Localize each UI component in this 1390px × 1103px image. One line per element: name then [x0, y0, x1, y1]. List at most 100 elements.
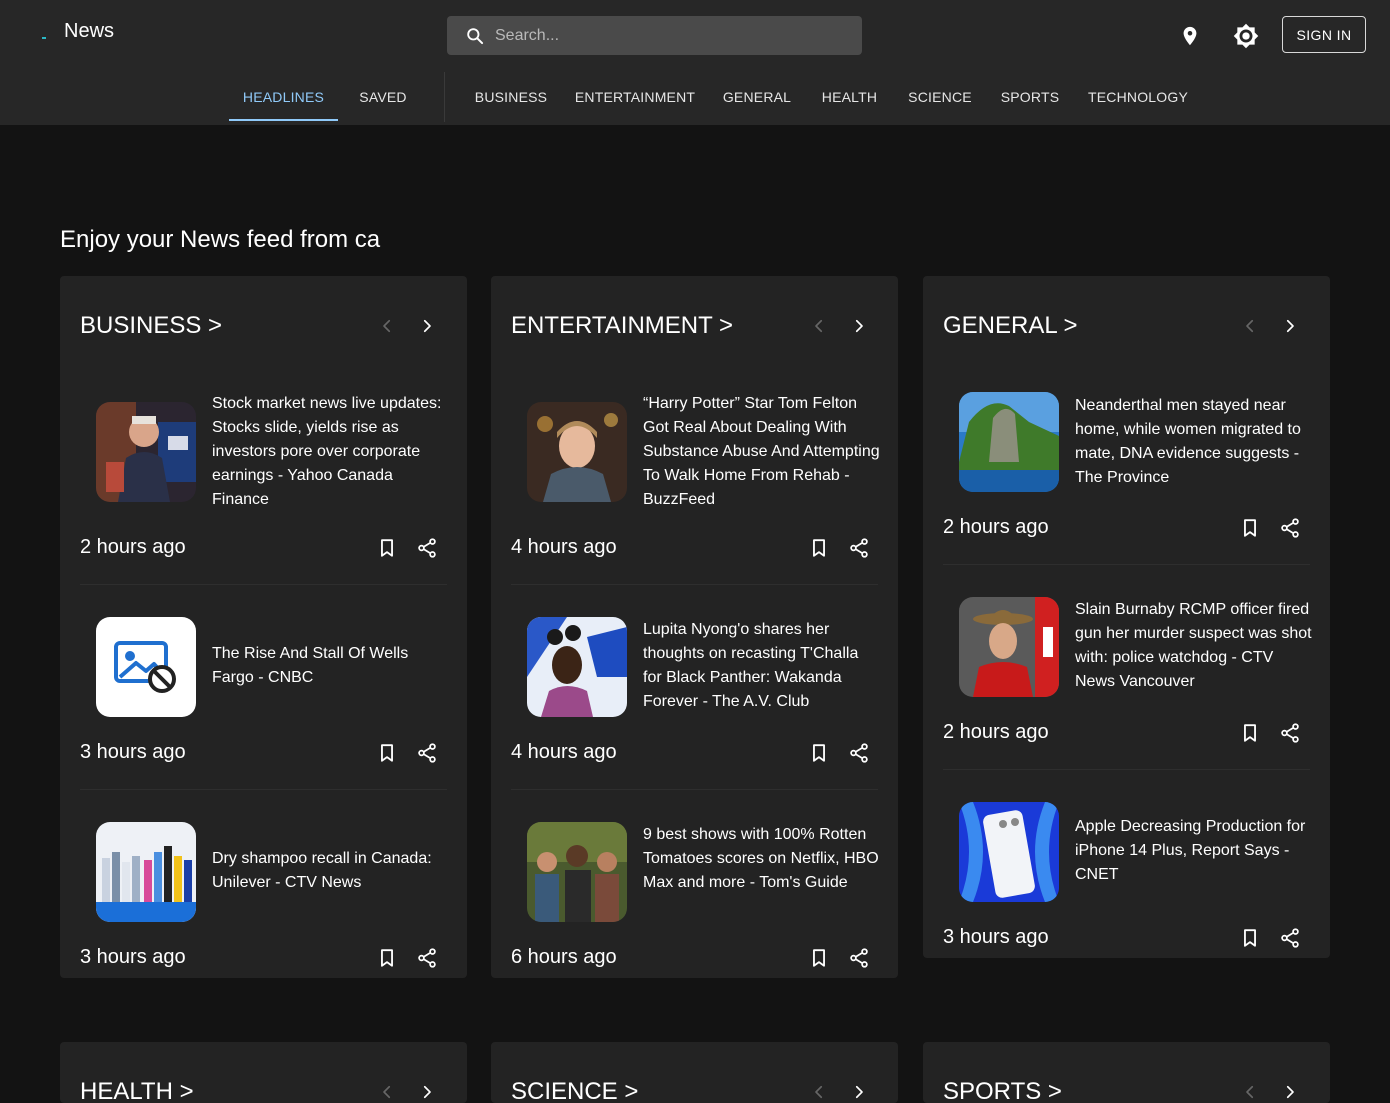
app-bar: News SIGN IN HEADLINES SAVED BUSINESS EN…	[0, 0, 1390, 125]
brand[interactable]: News	[40, 20, 114, 43]
article-image	[96, 822, 196, 922]
share-button[interactable]	[412, 943, 442, 973]
prev-button[interactable]	[804, 1077, 834, 1103]
tab-general[interactable]: GENERAL	[709, 72, 805, 122]
bookmark-button[interactable]	[372, 533, 402, 563]
next-button[interactable]	[844, 1077, 874, 1103]
section-title[interactable]: GENERAL >	[943, 312, 1078, 340]
share-button[interactable]	[1275, 923, 1305, 953]
chevron-right-icon	[850, 1083, 868, 1101]
bookmark-icon	[808, 947, 830, 969]
share-icon	[848, 947, 870, 969]
bookmark-button[interactable]	[1235, 923, 1265, 953]
share-button[interactable]	[412, 533, 442, 563]
section-title[interactable]: SPORTS >	[943, 1078, 1062, 1103]
theme-toggle-button[interactable]	[1226, 16, 1266, 56]
article-headline[interactable]: The Rise And Stall Of Wells Fargo - CNBC	[212, 642, 432, 690]
bookmark-button[interactable]	[804, 943, 834, 973]
article-thumbnail[interactable]	[959, 392, 1059, 492]
article-headline[interactable]: Stock market news live updates: Stocks s…	[212, 392, 452, 512]
tab-sports[interactable]: SPORTS	[986, 72, 1074, 122]
section-card-entertainment: ENTERTAINMENT > “Harry Potter” Star Tom …	[491, 276, 898, 978]
location-button[interactable]	[1170, 16, 1210, 56]
prev-button[interactable]	[372, 311, 402, 341]
article-image	[527, 402, 627, 502]
prev-button[interactable]	[804, 311, 834, 341]
article-divider	[943, 564, 1310, 565]
share-icon	[848, 742, 870, 764]
article-headline[interactable]: Apple Decreasing Production for iPhone 1…	[1075, 815, 1315, 887]
section-title[interactable]: SCIENCE >	[511, 1078, 638, 1103]
next-button[interactable]	[412, 1077, 442, 1103]
article-time: 2 hours ago	[943, 516, 1049, 538]
share-icon	[416, 537, 438, 559]
section-card-science: SCIENCE >	[491, 1042, 898, 1103]
tab-technology[interactable]: TECHNOLOGY	[1074, 72, 1202, 122]
article-thumbnail[interactable]	[527, 822, 627, 922]
tab-entertainment[interactable]: ENTERTAINMENT	[561, 72, 709, 122]
share-button[interactable]	[1275, 718, 1305, 748]
tab-health[interactable]: HEALTH	[805, 72, 894, 122]
sign-in-button[interactable]: SIGN IN	[1282, 16, 1366, 53]
brightness-icon	[1233, 23, 1259, 49]
article-thumbnail[interactable]	[96, 402, 196, 502]
section-card-sports: SPORTS >	[923, 1042, 1330, 1103]
article-thumbnail[interactable]	[96, 822, 196, 922]
next-button[interactable]	[412, 311, 442, 341]
next-button[interactable]	[844, 311, 874, 341]
bookmark-button[interactable]	[1235, 718, 1265, 748]
article-divider	[511, 584, 878, 585]
article-headline[interactable]: Slain Burnaby RCMP officer fired gun her…	[1075, 598, 1315, 694]
article-thumbnail[interactable]	[96, 617, 196, 717]
share-button[interactable]	[1275, 513, 1305, 543]
article-headline[interactable]: 9 best shows with 100% Rotten Tomatoes s…	[643, 823, 883, 895]
article-thumbnail[interactable]	[527, 617, 627, 717]
tab-science[interactable]: SCIENCE	[894, 72, 986, 122]
tab-business[interactable]: BUSINESS	[461, 72, 561, 122]
share-icon	[848, 537, 870, 559]
article-headline[interactable]: “Harry Potter” Star Tom Felton Got Real …	[643, 392, 883, 512]
search-bar[interactable]	[447, 16, 862, 55]
article-time: 3 hours ago	[943, 926, 1049, 948]
bookmark-button[interactable]	[372, 738, 402, 768]
article-image	[96, 402, 196, 502]
share-button[interactable]	[844, 738, 874, 768]
chevron-left-icon	[1241, 1083, 1259, 1101]
chevron-left-icon	[378, 317, 396, 335]
section-title[interactable]: ENTERTAINMENT >	[511, 312, 733, 340]
chevron-left-icon	[378, 1083, 396, 1101]
share-icon	[1279, 927, 1301, 949]
article-headline[interactable]: Neanderthal men stayed near home, while …	[1075, 394, 1315, 490]
bookmark-button[interactable]	[1235, 513, 1265, 543]
article-image	[959, 802, 1059, 902]
bookmark-icon	[1239, 927, 1261, 949]
share-button[interactable]	[844, 943, 874, 973]
article-thumbnail[interactable]	[959, 597, 1059, 697]
next-button[interactable]	[1275, 311, 1305, 341]
prev-button[interactable]	[1235, 1077, 1265, 1103]
article-image	[527, 822, 627, 922]
article-headline[interactable]: Dry shampoo recall in Canada: Unilever -…	[212, 847, 452, 895]
article-time: 6 hours ago	[511, 946, 617, 968]
search-input[interactable]	[495, 16, 862, 55]
article-thumbnail[interactable]	[527, 402, 627, 502]
section-title[interactable]: BUSINESS >	[80, 312, 222, 340]
next-button[interactable]	[1275, 1077, 1305, 1103]
article-thumbnail[interactable]	[959, 802, 1059, 902]
prev-button[interactable]	[1235, 311, 1265, 341]
bookmark-button[interactable]	[804, 738, 834, 768]
share-button[interactable]	[844, 533, 874, 563]
prev-button[interactable]	[372, 1077, 402, 1103]
bookmark-icon	[376, 742, 398, 764]
share-button[interactable]	[412, 738, 442, 768]
article-headline[interactable]: Lupita Nyong'o shares her thoughts on re…	[643, 618, 873, 714]
article-image	[959, 392, 1059, 492]
bookmark-button[interactable]	[372, 943, 402, 973]
bookmark-button[interactable]	[804, 533, 834, 563]
bookmark-icon	[1239, 722, 1261, 744]
share-icon	[1279, 517, 1301, 539]
tab-headlines[interactable]: HEADLINES	[229, 72, 338, 122]
tab-saved[interactable]: SAVED	[338, 72, 428, 122]
section-title[interactable]: HEALTH >	[80, 1078, 194, 1103]
article-time: 2 hours ago	[943, 721, 1049, 743]
